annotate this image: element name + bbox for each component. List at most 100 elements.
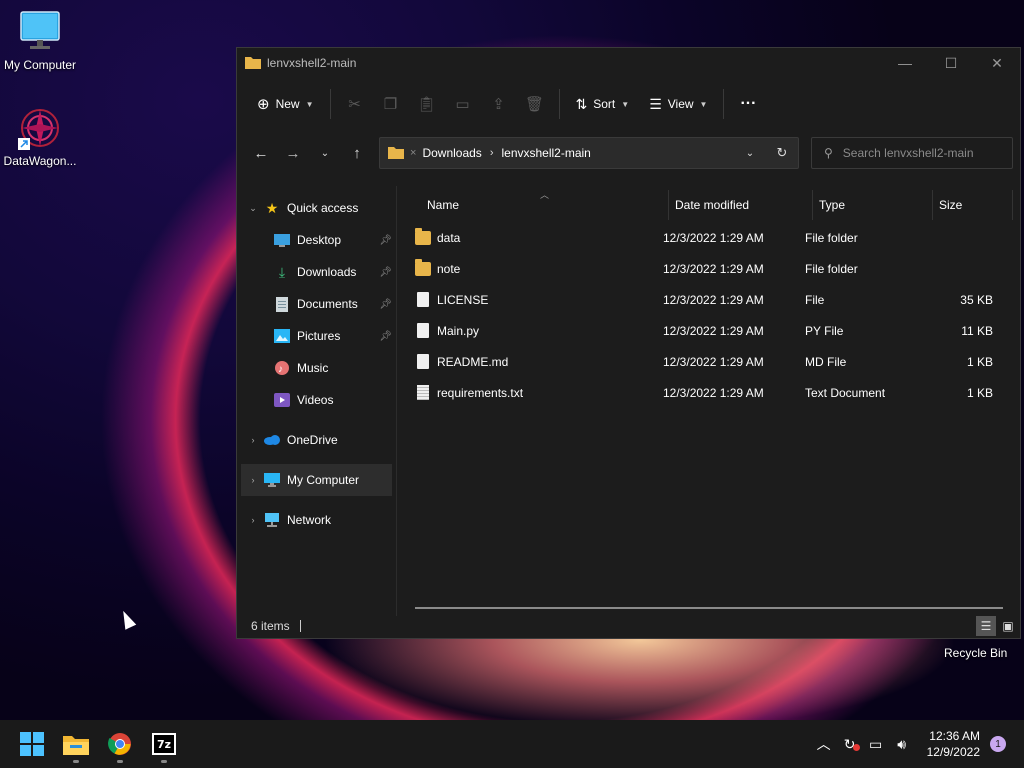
navigation-pane: ⌄ ★ Quick access Desktop 📌︎ ⤓ Downloads … (237, 186, 397, 616)
up-button[interactable]: ↑ (341, 138, 373, 168)
status-divider (299, 620, 301, 632)
window-title: lenvxshell2-main (267, 56, 357, 70)
view-button[interactable]: ☰ View ▼ (639, 88, 717, 120)
sync-alert-icon[interactable]: ↻ (837, 736, 863, 753)
start-button[interactable] (10, 722, 54, 766)
chevron-right-icon: › (251, 515, 255, 525)
file-name: README.md (437, 354, 509, 369)
windows-logo-icon (20, 732, 44, 756)
column-header-type[interactable]: Type (813, 190, 933, 220)
show-hidden-icons-icon[interactable]: ︿ (811, 734, 837, 754)
column-header-date[interactable]: Date modified (669, 190, 813, 220)
plus-circle-icon: ⊕ (257, 96, 270, 113)
column-header-size[interactable]: Size (933, 190, 1013, 220)
title-bar[interactable]: lenvxshell2-main — ☐ ✕ (237, 48, 1020, 78)
clock[interactable]: 12:36 AM 12/9/2022 (927, 728, 980, 760)
tiles-view-icon[interactable]: ▣ (998, 616, 1018, 636)
address-row: ← → ⌄ ↑ × Downloads › lenvxshell2-main ⌄… (237, 130, 1020, 176)
nav-pictures[interactable]: Pictures 📌︎ (237, 320, 396, 352)
volume-icon[interactable]: 🔊︎ (889, 736, 915, 753)
file-name: requirements.txt (437, 385, 524, 400)
details-view-icon[interactable]: ☰ (976, 616, 996, 636)
file-explorer-window: lenvxshell2-main — ☐ ✕ ⊕ New ▼ ✂ ❐ 📋︎ ▭ … (236, 47, 1021, 639)
file-row[interactable]: note 12/3/2022 1:29 AM File folder (397, 253, 1022, 284)
music-icon: ♪ (273, 360, 291, 376)
file-icon (417, 323, 429, 338)
pin-icon: 📌︎ (379, 298, 392, 310)
breadcrumb-current-folder[interactable]: lenvxshell2-main (501, 146, 590, 160)
taskbar-file-explorer[interactable] (54, 722, 98, 766)
delete-icon[interactable]: 🗑︎ (517, 88, 553, 120)
file-row[interactable]: LICENSE 12/3/2022 1:29 AM File 35 KB (397, 284, 1022, 315)
nav-network[interactable]: › Network (237, 504, 396, 536)
rename-icon[interactable]: ▭ (445, 88, 481, 120)
column-headers: ︿ Name Date modified Type Size (397, 190, 1022, 220)
forward-button[interactable]: → (277, 138, 309, 168)
file-date: 12/3/2022 1:29 AM (663, 261, 764, 276)
file-list: ︿ Name Date modified Type Size data 12/3/… (397, 186, 1022, 616)
sort-icon: ⇅ (575, 95, 588, 112)
cut-icon[interactable]: ✂ (337, 88, 373, 120)
search-input[interactable]: ⚲ Search lenvxshell2-main (811, 137, 1013, 169)
file-date: 12/3/2022 1:29 AM (663, 292, 764, 307)
file-name: note (437, 261, 461, 276)
file-date: 12/3/2022 1:29 AM (663, 385, 764, 400)
refresh-icon[interactable]: ↻ (766, 145, 798, 161)
monitor-icon (263, 472, 281, 488)
column-header-name[interactable]: Name (397, 190, 669, 220)
network-status-icon[interactable]: ▭ (863, 736, 889, 753)
nav-documents[interactable]: Documents 📌︎ (237, 288, 396, 320)
maximize-button[interactable]: ☐ (928, 48, 974, 78)
chevron-down-icon: ⌄ (249, 202, 257, 213)
system-tray: ︿ ↻ ▭ 🔊︎ 12:36 AM 12/9/2022 1 (811, 720, 1024, 768)
desktop-icon (273, 232, 291, 248)
sort-button[interactable]: ⇅ Sort ▼ (566, 88, 640, 120)
nav-music[interactable]: ♪ Music (237, 352, 396, 384)
breadcrumb-downloads[interactable]: Downloads (422, 146, 481, 160)
monitor-icon (18, 10, 62, 54)
nav-my-computer[interactable]: › My Computer (241, 464, 392, 496)
nav-quick-access[interactable]: ⌄ ★ Quick access (237, 192, 396, 224)
minimize-button[interactable]: — (882, 48, 928, 78)
nav-videos[interactable]: Videos (237, 384, 396, 416)
file-type: File (805, 292, 825, 307)
horizontal-scrollbar[interactable] (415, 607, 1003, 609)
nav-onedrive[interactable]: › OneDrive (237, 424, 396, 456)
desktop-icon-datawagon[interactable]: DataWagon... (0, 106, 80, 168)
chevron-down-icon: ▼ (699, 99, 708, 109)
back-button[interactable]: ← (245, 138, 277, 168)
taskbar-7zip[interactable]: 7z (142, 722, 186, 766)
recycle-bin-label[interactable]: Recycle Bin (944, 646, 1007, 660)
share-icon[interactable]: ⇪ (481, 88, 517, 120)
command-bar: ⊕ New ▼ ✂ ❐ 📋︎ ▭ ⇪ 🗑︎ ⇅ Sort ▼ ☰ View ▼ … (237, 78, 1020, 130)
notification-badge[interactable]: 1 (990, 736, 1006, 752)
breadcrumb-separator: › (489, 147, 494, 159)
file-row[interactable]: Main.py 12/3/2022 1:29 AM PY File 11 KB (397, 315, 1022, 346)
sort-ascending-icon: ︿ (540, 190, 550, 200)
copy-icon[interactable]: ❐ (373, 88, 409, 120)
new-button[interactable]: ⊕ New ▼ (247, 88, 324, 120)
nav-downloads[interactable]: ⤓ Downloads 📌︎ (237, 256, 396, 288)
file-row[interactable]: README.md 12/3/2022 1:29 AM MD File 1 KB (397, 346, 1022, 377)
seven-zip-icon: 7z (152, 733, 176, 755)
desktop-icon-label: My Computer (3, 58, 77, 72)
paste-icon[interactable]: 📋︎ (409, 88, 445, 120)
file-row[interactable]: requirements.txt 12/3/2022 1:29 AM Text Do… (397, 377, 1022, 408)
chevron-down-icon: ▼ (621, 99, 630, 109)
more-options-button[interactable]: ··· (730, 88, 766, 120)
view-lines-icon: ☰ (649, 95, 662, 112)
nav-desktop[interactable]: Desktop 📌︎ (237, 224, 396, 256)
taskbar: 7z ︿ ↻ ▭ 🔊︎ 12:36 AM 12/9/2022 1 (0, 720, 1024, 768)
taskbar-chrome[interactable] (98, 722, 142, 766)
folder-icon (388, 145, 404, 162)
cloud-icon (263, 432, 281, 448)
desktop-icon-my-computer[interactable]: My Computer (0, 10, 80, 72)
recent-locations-button[interactable]: ⌄ (309, 138, 341, 168)
chevron-right-icon: › (251, 435, 255, 445)
svg-text:♪: ♪ (278, 364, 283, 375)
address-dropdown-icon[interactable]: ⌄ (734, 148, 766, 159)
file-row[interactable]: data 12/3/2022 1:29 AM File folder (397, 222, 1022, 253)
close-button[interactable]: ✕ (974, 48, 1020, 78)
address-bar[interactable]: × Downloads › lenvxshell2-main ⌄ ↻ (379, 137, 799, 169)
clock-date: 12/9/2022 (926, 745, 980, 759)
